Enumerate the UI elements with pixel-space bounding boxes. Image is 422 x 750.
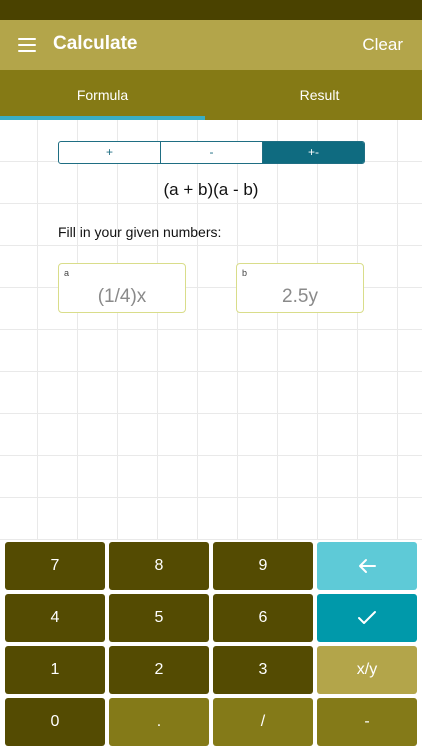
key-7[interactable]: 7 xyxy=(5,542,105,590)
confirm-button[interactable] xyxy=(317,594,417,642)
key-3[interactable]: 3 xyxy=(213,646,313,694)
tab-result[interactable]: Result xyxy=(217,70,422,120)
app-title: Calculate xyxy=(53,33,138,54)
formula-display: (a + b)(a - b) xyxy=(163,180,259,199)
operation-minus-button[interactable]: - xyxy=(161,142,263,163)
operation-plus-button[interactable]: + xyxy=(59,142,161,163)
hamburger-icon[interactable] xyxy=(18,38,36,52)
key-4[interactable]: 4 xyxy=(5,594,105,642)
key-9[interactable]: 9 xyxy=(213,542,313,590)
keypad: 7 8 9 4 5 6 1 2 3 x/y 0 . / - xyxy=(0,540,422,750)
decimal-key[interactable]: . xyxy=(109,698,209,746)
divide-key[interactable]: / xyxy=(213,698,313,746)
input-b-field[interactable]: b 2.5y xyxy=(236,263,364,313)
app-bar: Calculate Clear xyxy=(0,20,422,70)
input-a-label: a xyxy=(64,268,70,278)
input-b-label: b xyxy=(242,268,248,278)
key-0[interactable]: 0 xyxy=(5,698,105,746)
tab-bar: Formula Result xyxy=(0,70,422,120)
tab-formula[interactable]: Formula xyxy=(0,70,205,120)
arrow-left-icon xyxy=(359,558,376,573)
key-1[interactable]: 1 xyxy=(5,646,105,694)
key-8[interactable]: 8 xyxy=(109,542,209,590)
input-a-value: (1/4)x xyxy=(97,286,147,307)
operation-selector: + - +- xyxy=(58,141,365,164)
input-b-value: 2.5y xyxy=(282,286,318,307)
checkmark-icon xyxy=(358,610,376,624)
backspace-button[interactable] xyxy=(317,542,417,590)
key-6[interactable]: 6 xyxy=(213,594,313,642)
input-a-field[interactable]: a (1/4)x xyxy=(58,263,186,313)
key-2[interactable]: 2 xyxy=(109,646,209,694)
instruction-text: Fill in your given numbers: xyxy=(58,224,222,240)
key-5[interactable]: 5 xyxy=(109,594,209,642)
clear-button[interactable]: Clear xyxy=(362,35,403,55)
negative-key[interactable]: - xyxy=(317,698,417,746)
operation-plus-minus-button[interactable]: +- xyxy=(263,142,364,163)
status-bar xyxy=(0,0,422,20)
fraction-key[interactable]: x/y xyxy=(317,646,417,694)
